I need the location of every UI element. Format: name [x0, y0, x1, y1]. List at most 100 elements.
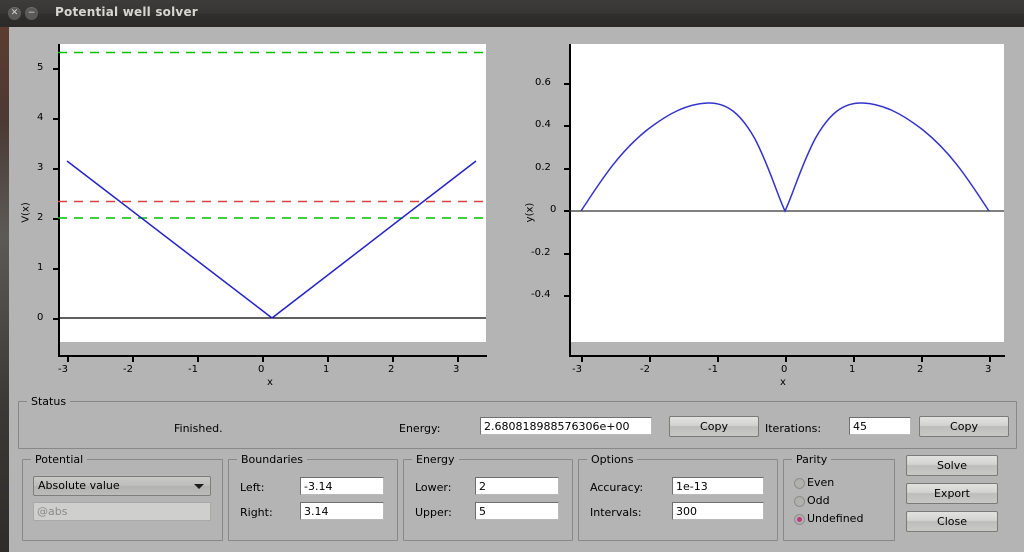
energy-label: Energy:: [399, 422, 441, 435]
close-icon[interactable]: ✕: [8, 7, 21, 20]
boundaries-right-label: Right:: [240, 506, 273, 519]
potential-plot: 0 1 2 3 4 5 -3 -2 -1 0 1 2 3 V(x) x: [9, 27, 499, 392]
potential-curves: [58, 51, 486, 319]
radio-even-icon[interactable]: [794, 478, 805, 489]
copy-iterations-button[interactable]: Copy: [919, 416, 1009, 437]
iterations-label: Iterations:: [765, 422, 822, 435]
wavefunction-xtick-0: [581, 356, 583, 362]
iterations-value-field[interactable]: 45: [849, 417, 911, 435]
parity-group-legend: Parity: [792, 453, 832, 466]
wavefunction-yticklabel-4: 0.4: [535, 119, 551, 130]
close-glyph: ✕: [10, 8, 19, 18]
wavefunction-xticklabel-2: -1: [708, 364, 718, 375]
wavefunction-xticklabel-3: 0: [781, 364, 788, 375]
potential-group: Potential Absolute value @abs: [22, 453, 223, 541]
wavefunction-curve: [580, 102, 990, 213]
wavefunction-xticklabel-6: 3: [985, 364, 992, 375]
status-message: Finished.: [174, 422, 223, 435]
application-window: ✕ − Potential well solver 0 1 2 3 4 5 -3…: [0, 0, 1024, 552]
boundaries-group: Boundaries Left: -3.14 Right: 3.14: [228, 453, 398, 541]
potential-expression-field: @abs: [33, 502, 211, 521]
status-group-legend: Status: [27, 395, 71, 408]
parity-group: Parity Even Odd Undefined: [783, 453, 895, 541]
options-intervals-label: Intervals:: [590, 506, 642, 519]
energy-upper-input[interactable]: 5: [475, 502, 559, 520]
potential-xticklabel-3: 0: [258, 364, 265, 375]
minimize-glyph: −: [27, 8, 36, 18]
boundaries-group-legend: Boundaries: [237, 453, 308, 466]
potential-xticklabel-4: 1: [323, 364, 330, 375]
wavefunction-xticklabel-1: -2: [640, 364, 650, 375]
wavefunction-y-axis-label: y(x): [524, 202, 536, 223]
chevron-down-icon: [194, 484, 204, 489]
options-accuracy-input[interactable]: 1e-13: [672, 477, 764, 495]
energy-group: Energy Lower: 2 Upper: 5: [403, 453, 573, 541]
wavefunction-xtick-3: [785, 356, 787, 362]
wavefunction-xtick-2: [717, 356, 719, 362]
wavefunction-yticklabel-5: 0.6: [535, 77, 551, 88]
title-bar: ✕ − Potential well solver: [0, 0, 1024, 28]
potential-x-axis-label: x: [267, 377, 273, 388]
radio-odd-icon[interactable]: [794, 496, 805, 507]
boundaries-left-input[interactable]: -3.14: [300, 477, 384, 495]
potential-xtick-1: [132, 356, 134, 362]
wavefunction-x-axis-label: x: [780, 377, 786, 388]
parity-undefined-label: Undefined: [807, 512, 864, 525]
potential-group-legend: Potential: [31, 453, 88, 466]
potential-xticklabel-1: -2: [123, 364, 133, 375]
potential-select-value: Absolute value: [38, 479, 120, 492]
boundaries-left-label: Left:: [240, 481, 265, 494]
wavefunction-yticklabel-1: -0.2: [531, 247, 551, 258]
options-intervals-input[interactable]: 300: [672, 502, 764, 520]
potential-yticklabel-4: 4: [37, 112, 44, 123]
status-group: Status Finished. Energy: 2.6808189885763…: [18, 395, 1017, 449]
potential-xtick-3: [262, 356, 264, 362]
potential-yticklabel-5: 5: [37, 62, 44, 73]
close-button[interactable]: Close: [906, 511, 998, 532]
wavefunction-xticklabel-0: -3: [572, 364, 582, 375]
energy-value-field[interactable]: 2.680818988576306e+00: [480, 417, 652, 435]
potential-xticklabel-2: -1: [188, 364, 198, 375]
energy-group-legend: Energy: [412, 453, 459, 466]
potential-yticklabel-2: 2: [37, 212, 44, 223]
energy-lower-input[interactable]: 2: [475, 477, 559, 495]
parity-odd-label: Odd: [807, 494, 830, 507]
wavefunction-yticklabel-2: 0: [550, 204, 557, 215]
parity-even-label: Even: [807, 476, 835, 489]
potential-select[interactable]: Absolute value: [33, 476, 211, 496]
energy-lower-label: Lower:: [415, 481, 452, 494]
potential-curve: [66, 160, 477, 319]
potential-xtick-6: [457, 356, 459, 362]
potential-xtick-5: [392, 356, 394, 362]
potential-yticklabel-1: 1: [37, 262, 44, 273]
potential-yticklabel-3: 3: [37, 162, 44, 173]
wavefunction-curves: [569, 102, 1004, 213]
wavefunction-yticklabel-0: -0.4: [531, 289, 551, 300]
client-area: 0 1 2 3 4 5 -3 -2 -1 0 1 2 3 V(x) x -0.4…: [9, 27, 1024, 552]
window-title: Potential well solver: [55, 5, 198, 19]
wavefunction-x-axis: [569, 355, 1005, 357]
wavefunction-xtick-1: [649, 356, 651, 362]
wavefunction-plot: -0.4 -0.2 0 0.2 0.4 0.6 -3 -2 -1 0 1 2 3…: [514, 27, 1024, 392]
wavefunction-xtick-6: [989, 356, 991, 362]
minimize-icon[interactable]: −: [25, 7, 38, 20]
wavefunction-yticklabel-3: 0.2: [535, 162, 551, 173]
wavefunction-xtick-5: [921, 356, 923, 362]
export-button[interactable]: Export: [906, 483, 998, 504]
copy-energy-button[interactable]: Copy: [669, 416, 759, 437]
potential-yticklabel-0: 0: [37, 312, 44, 323]
boundaries-right-input[interactable]: 3.14: [300, 502, 384, 520]
options-group-legend: Options: [587, 453, 638, 466]
potential-xtick-4: [327, 356, 329, 362]
wavefunction-xticklabel-4: 1: [849, 364, 856, 375]
solve-button[interactable]: Solve: [906, 455, 998, 476]
potential-xticklabel-6: 3: [453, 364, 460, 375]
potential-xticklabel-0: -3: [58, 364, 68, 375]
options-group: Options Accuracy: 1e-13 Intervals: 300: [578, 453, 778, 541]
wavefunction-xtick-4: [853, 356, 855, 362]
radio-undefined-icon[interactable]: [794, 514, 805, 525]
potential-xtick-2: [197, 356, 199, 362]
potential-x-axis: [58, 355, 487, 357]
energy-upper-label: Upper:: [415, 506, 452, 519]
potential-xticklabel-5: 2: [388, 364, 395, 375]
